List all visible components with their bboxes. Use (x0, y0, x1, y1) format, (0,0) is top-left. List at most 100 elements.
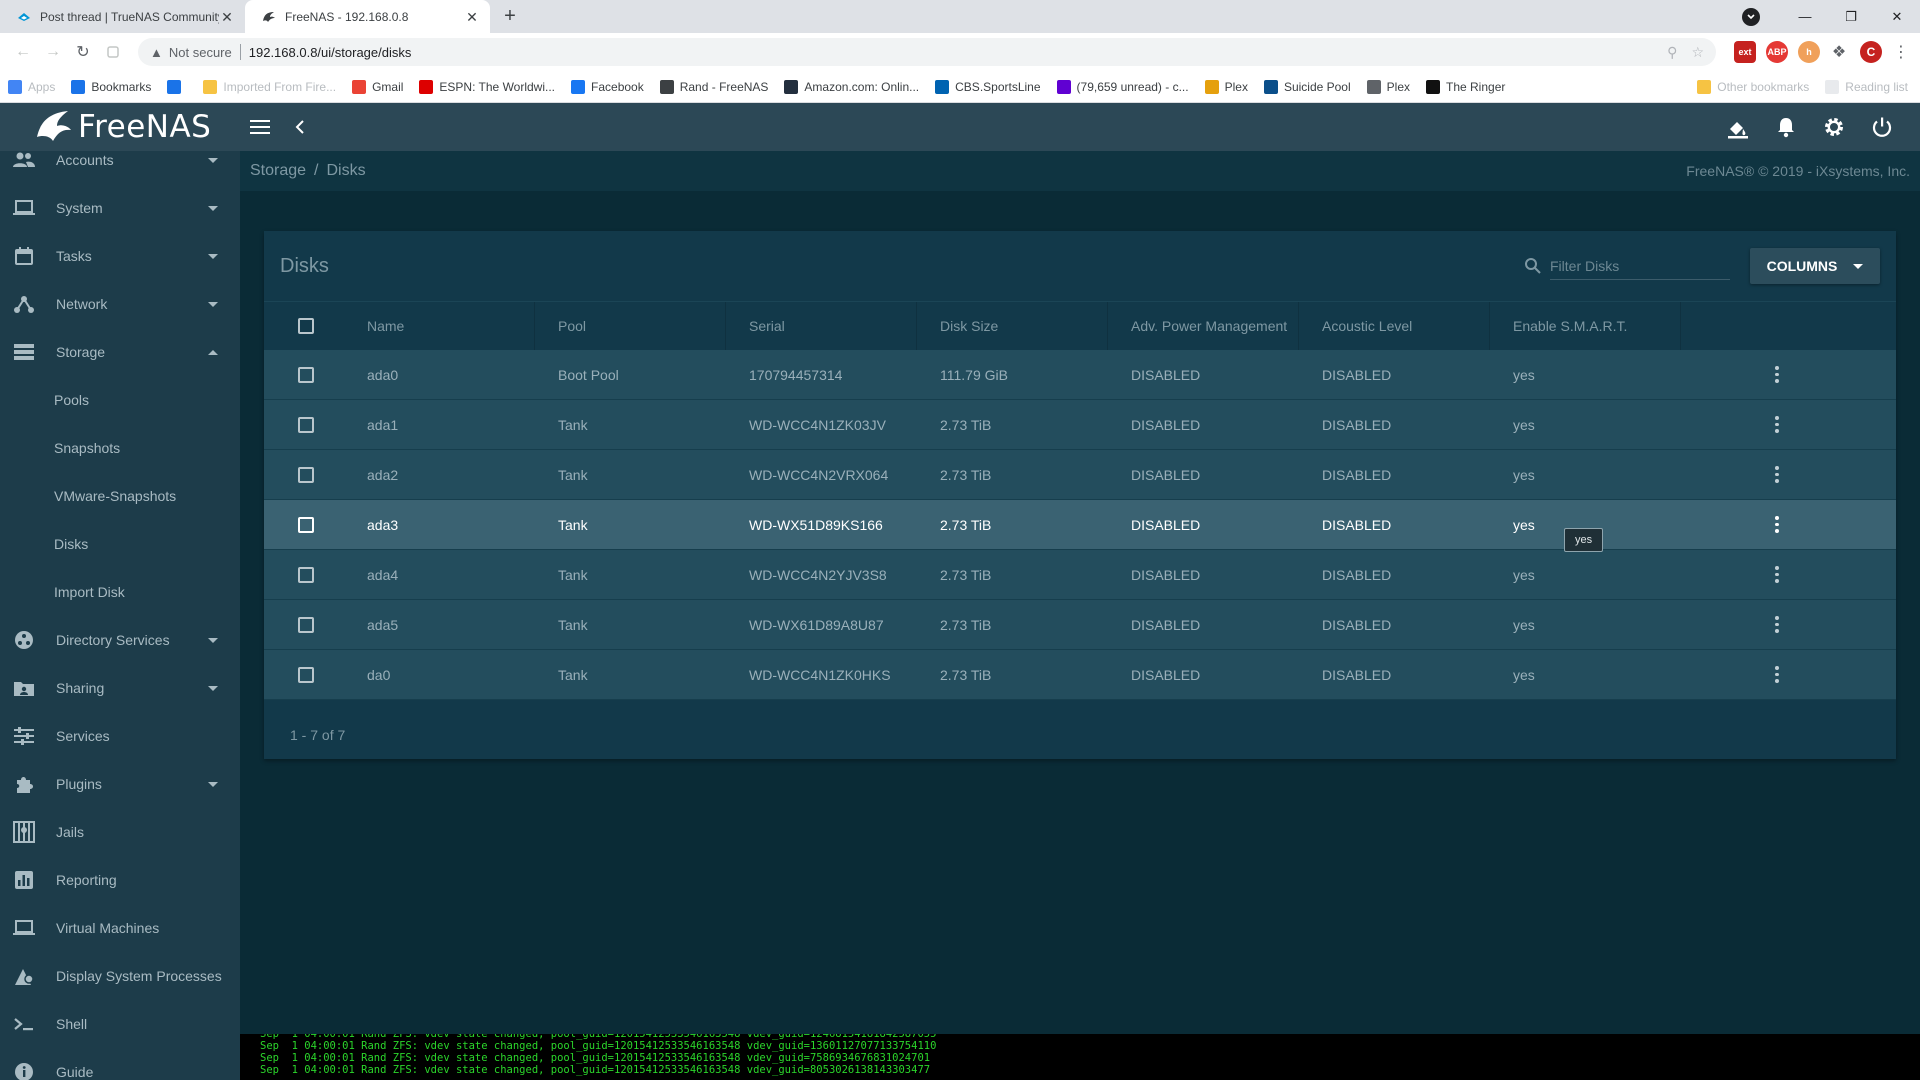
row-checkbox-cell (264, 650, 344, 699)
more-vert-icon[interactable] (1767, 565, 1787, 585)
table-row[interactable]: ada2 Tank WD-WCC4N2VRX064 2.73 TiB DISABLED D… (264, 450, 1896, 500)
sidebar-item-tasks[interactable]: Tasks (0, 232, 240, 280)
sidebar-item-jails[interactable]: Jails (0, 808, 240, 856)
bookmark-item[interactable] (167, 79, 187, 94)
sidebar-item-directory-services[interactable]: Directory Services (0, 616, 240, 664)
directory-services-monitor-icon[interactable] (1718, 107, 1758, 147)
filter-disks (1524, 252, 1730, 280)
row-checkbox[interactable] (298, 366, 314, 383)
table-row[interactable]: ada0 Boot Pool 170794457314 111.79 GiB DISAB… (264, 350, 1896, 400)
profile-avatar[interactable]: C (1860, 41, 1882, 63)
key-icon[interactable]: ⚲ (1667, 44, 1677, 61)
column-header-apm[interactable]: Adv. Power Management (1108, 302, 1299, 350)
table-row[interactable]: ada3 Tank WD-WX51D89KS166 2.73 TiB DISABLED D… (264, 500, 1896, 550)
bookmark-reading-list[interactable]: Reading list (1825, 79, 1908, 94)
bookmark-item[interactable]: Imported From Fire... (203, 79, 336, 94)
menu-hamburger-icon[interactable] (240, 107, 280, 147)
sidebar-item-system[interactable]: System (0, 184, 240, 232)
freenas-logo[interactable]: FreeNAS (0, 103, 240, 151)
bookmark-item[interactable]: CBS.SportsLine (935, 79, 1041, 94)
bookmark-item[interactable]: ESPN: The Worldwi... (419, 79, 555, 94)
tab-close-icon[interactable]: ✕ (464, 9, 480, 25)
bookmark-item[interactable]: Facebook (571, 79, 644, 94)
browser-menu-icon[interactable]: ⋮ (1890, 42, 1912, 62)
sidebar-item-virtual-machines[interactable]: Virtual Machines (0, 904, 240, 952)
sidebar-item-services[interactable]: Services (0, 712, 240, 760)
sidebar-subitem-vmware-snapshots[interactable]: VMware-Snapshots (0, 472, 240, 520)
adblock-icon[interactable]: ABP (1766, 41, 1788, 63)
collapse-chevron-left-icon[interactable] (280, 107, 320, 147)
bookmark-item[interactable]: Plex (1204, 79, 1248, 94)
bookmark-item[interactable]: Bookmarks (71, 79, 151, 94)
tab-close-icon[interactable]: ✕ (219, 9, 235, 25)
more-vert-icon[interactable] (1767, 415, 1787, 435)
sidebar-item-sharing[interactable]: Sharing (0, 664, 240, 712)
more-vert-icon[interactable] (1767, 615, 1787, 635)
minimize-icon[interactable]: — (1782, 9, 1828, 24)
bookmark-item[interactable]: Rand - FreeNAS (659, 79, 768, 94)
sidebar-subitem-snapshots[interactable]: Snapshots (0, 424, 240, 472)
column-header-disk-size[interactable]: Disk Size (917, 302, 1108, 350)
settings-gear-icon[interactable] (1814, 107, 1854, 147)
puzzle-extensions-icon[interactable]: ❖ (1828, 42, 1850, 62)
sidebar-item-storage[interactable]: Storage (0, 328, 240, 376)
sidebar-item-network[interactable]: Network (0, 280, 240, 328)
table-row[interactable]: ada1 Tank WD-WCC4N1ZK03JV 2.73 TiB DISABLED D… (264, 400, 1896, 450)
row-checkbox[interactable] (298, 616, 314, 633)
bookmark-item[interactable]: Apps (8, 79, 55, 94)
select-all-checkbox[interactable] (298, 318, 314, 334)
table-row[interactable]: ada4 Tank WD-WCC4N2YJV3S8 2.73 TiB DISABLED D… (264, 550, 1896, 600)
column-header-smart[interactable]: Enable S.M.A.R.T. (1490, 302, 1681, 350)
browser-tab-freenas[interactable]: FreeNAS - 192.168.0.8 ✕ (245, 0, 490, 33)
bookmark-item[interactable]: The Ringer (1426, 79, 1505, 94)
close-window-icon[interactable]: ✕ (1874, 9, 1920, 25)
row-checkbox[interactable] (298, 416, 314, 433)
bookmark-item[interactable]: Suicide Pool (1263, 79, 1351, 94)
more-vert-icon[interactable] (1767, 465, 1787, 485)
sidebar-subitem-import-disk[interactable]: Import Disk (0, 568, 240, 616)
bookmark-item[interactable]: Gmail (352, 79, 403, 94)
power-icon[interactable] (1862, 107, 1902, 147)
extension-icon[interactable]: ext (1734, 41, 1756, 63)
tab-search-icon[interactable] (1742, 7, 1760, 26)
columns-button[interactable]: COLUMNS (1750, 248, 1880, 284)
sidebar-subitem-disks[interactable]: Disks (0, 520, 240, 568)
breadcrumb-storage[interactable]: Storage (250, 162, 306, 180)
column-header-name[interactable]: Name (344, 302, 535, 350)
bookmark-star-icon[interactable]: ☆ (1691, 44, 1704, 61)
more-vert-icon[interactable] (1767, 515, 1787, 535)
table-row[interactable]: da0 Tank WD-WCC4N1ZK0HKS 2.73 TiB DISABLED DI… (264, 650, 1896, 700)
column-header-serial[interactable]: Serial (726, 302, 917, 350)
row-checkbox[interactable] (298, 566, 314, 583)
sidebar-item-display-system-processes[interactable]: Display System Processes (0, 952, 240, 1000)
sidebar-item-plugins[interactable]: Plugins (0, 760, 240, 808)
notifications-bell-icon[interactable] (1766, 107, 1806, 147)
honey-extension-icon[interactable]: h (1798, 41, 1820, 63)
browser-tab-truenas[interactable]: Post thread | TrueNAS Community ✕ (0, 0, 245, 33)
reload-icon[interactable]: ↻ (68, 37, 98, 67)
column-header-pool[interactable]: Pool (535, 302, 726, 350)
restore-icon[interactable]: ❐ (1828, 9, 1874, 25)
more-vert-icon[interactable] (1767, 665, 1787, 685)
row-checkbox[interactable] (298, 666, 314, 683)
bookmark-item[interactable]: Amazon.com: Onlin... (784, 79, 919, 94)
back-arrow-icon[interactable]: ← (8, 37, 38, 67)
forward-arrow-icon[interactable]: → (38, 37, 68, 67)
address-bar[interactable]: ▲ Not secure 192.168.0.8/ui/storage/disk… (138, 38, 1716, 66)
bookmark-item[interactable]: (79,659 unread) - c... (1056, 79, 1189, 94)
more-vert-icon[interactable] (1767, 365, 1787, 385)
table-row[interactable]: ada5 Tank WD-WX61D89A8U87 2.73 TiB DISABLED D… (264, 600, 1896, 650)
sidebar-item-reporting[interactable]: Reporting (0, 856, 240, 904)
sidebar-item-guide[interactable]: Guide (0, 1048, 240, 1080)
bookmark-other[interactable]: Other bookmarks (1697, 79, 1809, 94)
column-header-acoustic[interactable]: Acoustic Level (1299, 302, 1490, 350)
filter-disks-input[interactable] (1550, 257, 1730, 274)
sidebar-item-accounts[interactable]: Accounts (0, 151, 240, 184)
sidebar-subitem-pools[interactable]: Pools (0, 376, 240, 424)
row-checkbox[interactable] (298, 466, 314, 483)
sidebar-item-shell[interactable]: Shell (0, 1000, 240, 1048)
home-icon[interactable] (98, 37, 128, 67)
bookmark-item[interactable]: Plex (1366, 79, 1410, 94)
new-tab-button[interactable]: + (496, 2, 524, 30)
row-checkbox[interactable] (298, 516, 314, 533)
